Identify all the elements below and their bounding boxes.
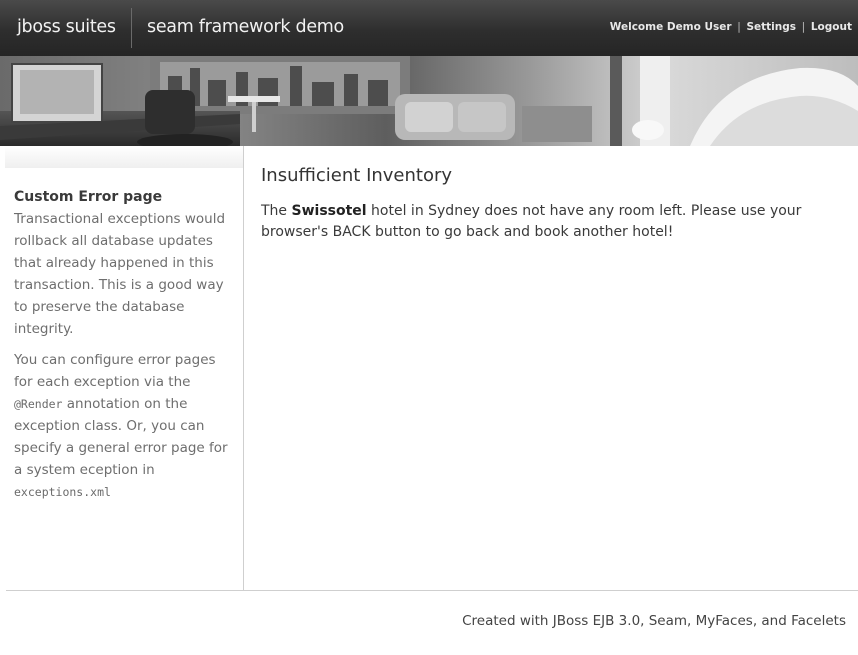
sidebar-text: You can configure error pages for each e… — [14, 352, 216, 390]
logout-link[interactable]: Logout — [811, 21, 852, 33]
sidebar: Custom Error page Transactional exceptio… — [0, 146, 244, 590]
welcome-text: Welcome Demo User — [609, 21, 732, 33]
user-nav: Welcome Demo User | Settings | Logout — [610, 21, 852, 33]
main-content: Insufficient Inventory The Swissotel hot… — [261, 163, 841, 243]
page-title: Insufficient Inventory — [261, 165, 453, 186]
sidebar-tab — [5, 146, 243, 168]
nav-separator: | — [801, 21, 806, 33]
footer-divider — [6, 590, 858, 591]
exceptions-xml-code: exceptions.xml — [14, 485, 111, 499]
sidebar-content: Custom Error page Transactional exceptio… — [14, 186, 236, 503]
header-divider — [131, 8, 132, 48]
sidebar-paragraph-1: Transactional exceptions would rollback … — [14, 211, 226, 337]
message-text: The — [261, 203, 292, 219]
nav-separator: | — [737, 21, 741, 33]
footer-credits: Created with JBoss EJB 3.0, Seam, MyFace… — [462, 613, 846, 629]
sidebar-title: Custom Error page — [14, 189, 163, 205]
settings-link[interactable]: Settings — [746, 21, 796, 33]
error-message: The Swissotel hotel in Sydney does not h… — [261, 201, 841, 243]
app-subtitle: seam framework demo — [147, 17, 344, 37]
top-header: jboss suites seam framework demo Welcome… — [0, 0, 858, 56]
hotel-name: Swissotel — [291, 203, 367, 219]
brand-logo-text[interactable]: jboss suites — [17, 17, 116, 37]
render-annotation-code: @Render — [14, 397, 63, 411]
hotel-banner-image — [0, 56, 858, 146]
sidebar-paragraph-2: You can configure error pages for each e… — [14, 349, 236, 503]
